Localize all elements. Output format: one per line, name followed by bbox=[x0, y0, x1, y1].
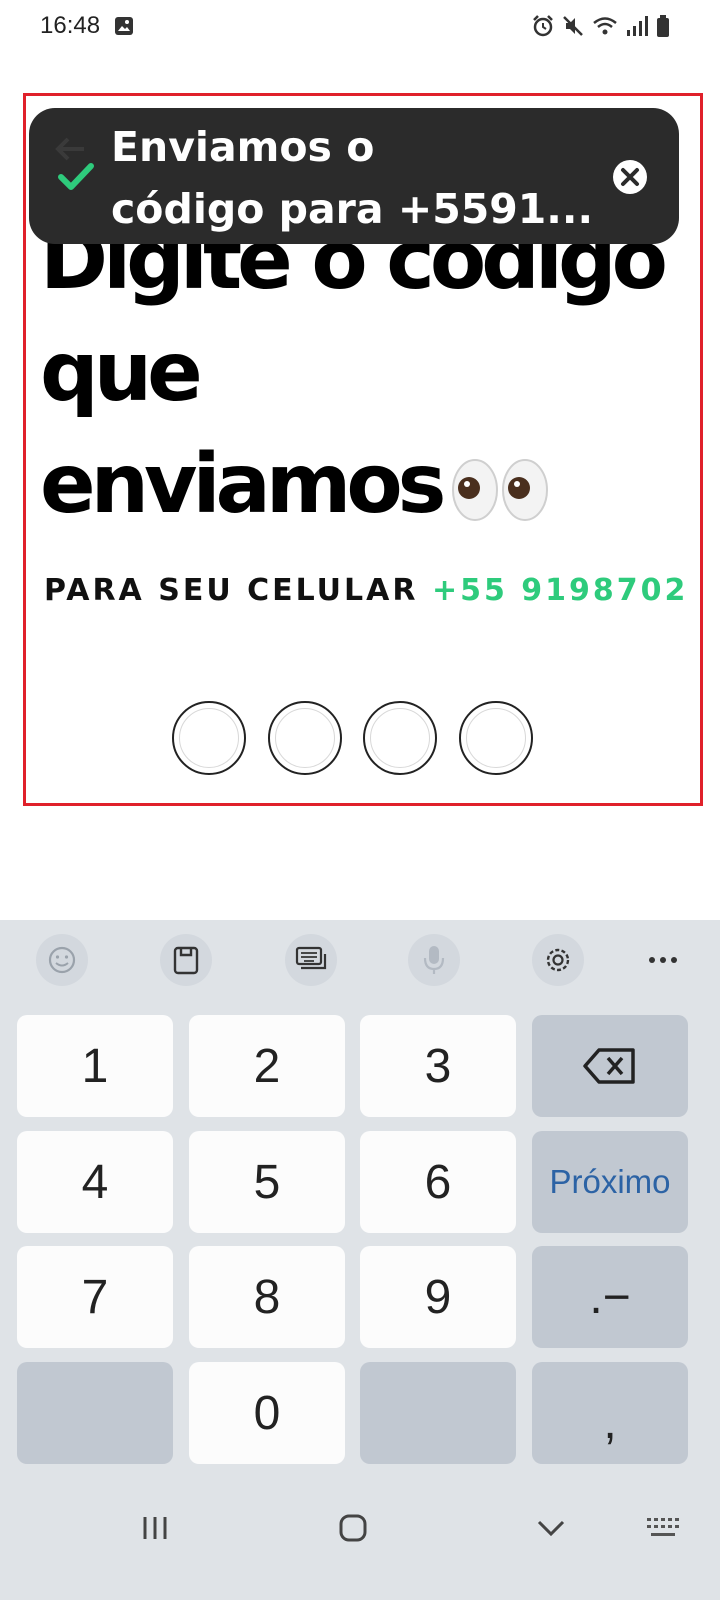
home-icon[interactable] bbox=[328, 1508, 378, 1548]
key-blank-right bbox=[360, 1362, 516, 1464]
keyboard-mode-icon[interactable] bbox=[285, 934, 337, 986]
key-1[interactable]: 1 bbox=[17, 1015, 173, 1117]
key-4[interactable]: 4 bbox=[17, 1131, 173, 1233]
signal-icon bbox=[627, 16, 648, 36]
next-key[interactable]: Próximo bbox=[532, 1131, 688, 1233]
recents-icon[interactable] bbox=[130, 1508, 180, 1548]
key-dot-dash[interactable]: .− bbox=[532, 1246, 688, 1348]
keyboard-switch-icon[interactable] bbox=[638, 1508, 688, 1548]
emoji-icon[interactable] bbox=[36, 934, 88, 986]
status-time: 16:48 bbox=[40, 12, 101, 39]
backspace-icon bbox=[583, 1048, 635, 1084]
hide-keyboard-icon[interactable] bbox=[526, 1508, 576, 1548]
next-key-label: Próximo bbox=[549, 1163, 671, 1200]
key-3[interactable]: 3 bbox=[360, 1015, 516, 1117]
key-9[interactable]: 9 bbox=[360, 1246, 516, 1348]
clipboard-icon[interactable] bbox=[160, 934, 212, 986]
key-2[interactable]: 2 bbox=[189, 1015, 345, 1117]
wifi-icon bbox=[593, 17, 617, 35]
status-icons bbox=[532, 14, 670, 38]
key-8[interactable]: 8 bbox=[189, 1246, 345, 1348]
image-icon bbox=[115, 17, 133, 35]
mute-icon bbox=[563, 16, 583, 36]
key-7[interactable]: 7 bbox=[17, 1246, 173, 1348]
alarm-icon bbox=[533, 15, 553, 37]
settings-icon[interactable] bbox=[532, 934, 584, 986]
more-icon[interactable] bbox=[637, 934, 689, 986]
key-blank-left bbox=[17, 1362, 173, 1464]
key-0[interactable]: 0 bbox=[189, 1362, 345, 1464]
battery-icon bbox=[657, 15, 669, 37]
key-6[interactable]: 6 bbox=[360, 1131, 516, 1233]
key-comma[interactable]: , bbox=[532, 1362, 688, 1464]
highlight-frame bbox=[23, 93, 703, 806]
key-5[interactable]: 5 bbox=[189, 1131, 345, 1233]
backspace-key[interactable] bbox=[532, 1015, 688, 1117]
microphone-icon[interactable] bbox=[408, 934, 460, 986]
